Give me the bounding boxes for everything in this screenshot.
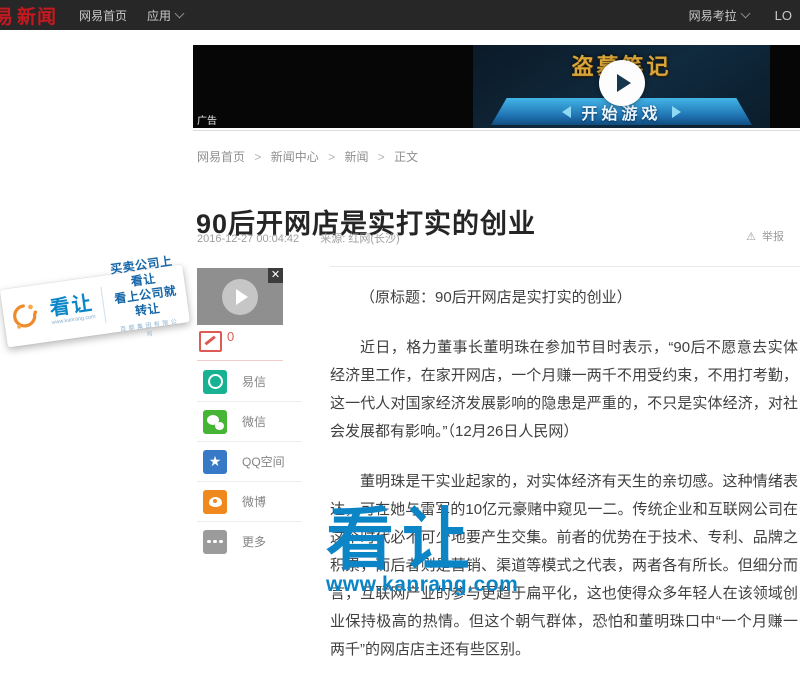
share-item-qzone[interactable]: QQ空间: [197, 441, 302, 481]
breadcrumb-separator: >: [378, 150, 385, 164]
yixin-icon: [203, 370, 227, 394]
play-icon: [236, 289, 248, 305]
kanrang-ad-sticker: 看让 www.kanrang.com 买卖公司上看让 看上公司就转让 百都集团有…: [0, 264, 190, 347]
share-item-yixin[interactable]: 易信: [197, 362, 302, 401]
breadcrumb-separator: >: [328, 150, 335, 164]
top-ad-banner[interactable]: 盗墓笔记 开始游戏 广告: [193, 45, 800, 128]
comment-button[interactable]: 0: [199, 331, 234, 352]
netease-logo-partial: 易: [0, 2, 13, 29]
video-close-button[interactable]: [268, 268, 283, 283]
nav-apps-menu[interactable]: 应用: [147, 7, 183, 24]
video-play-button[interactable]: [222, 279, 258, 315]
source-label: 来源:: [320, 233, 345, 245]
right-arrow-icon: [672, 106, 681, 118]
comment-count: 0: [227, 329, 234, 344]
nav-kaola-label: 网易考拉: [689, 7, 737, 24]
share-label: 更多: [242, 533, 266, 550]
breadcrumb-netease-home[interactable]: 网易首页: [197, 150, 245, 164]
comment-divider: [197, 360, 283, 361]
share-item-wechat[interactable]: 微信: [197, 401, 302, 441]
more-dots-icon: [203, 530, 227, 554]
article-meta: 2016-12-27 00:04:42 来源: 红网(长沙): [197, 230, 400, 246]
chevron-down-icon: [175, 9, 185, 19]
article-source[interactable]: 红网(长沙): [348, 233, 399, 245]
share-label: 微信: [242, 413, 266, 430]
play-icon: [617, 74, 631, 92]
breadcrumb: 网易首页 > 新闻中心 > 新闻 > 正文: [197, 148, 418, 165]
share-label: 易信: [242, 373, 266, 390]
header-divider: [330, 266, 800, 267]
chevron-down-icon: [740, 9, 750, 19]
breadcrumb-news-center[interactable]: 新闻中心: [271, 150, 319, 164]
ad-play-button[interactable]: [599, 60, 645, 106]
nav-kaola[interactable]: 网易考拉: [689, 7, 749, 24]
comment-pen-icon: [199, 331, 222, 352]
kanrang-swirl-logo: [8, 299, 42, 333]
share-label: 微博: [242, 493, 266, 510]
breadcrumb-news[interactable]: 新闻: [344, 150, 368, 164]
netease-news-logo[interactable]: 新闻: [17, 2, 57, 29]
share-item-more[interactable]: 更多: [197, 521, 302, 561]
article-paragraph: 董明珠是干实业起家的，对实体经济有天生的亲切感。这种情绪表达，可在她与雷军的10…: [330, 468, 798, 664]
article-datetime: 2016-12-27 00:04:42: [197, 233, 299, 245]
top-navigation-bar: 易 新闻 网易首页 应用 网易考拉 LO: [0, 0, 800, 30]
breadcrumb-separator: >: [254, 150, 261, 164]
share-panel: 易信 微信 QQ空间 微博 更多: [197, 362, 302, 561]
share-label: QQ空间: [242, 453, 285, 470]
report-label: 举报: [762, 231, 784, 243]
weibo-icon: [203, 490, 227, 514]
article-paragraph: 近日，格力董事长董明珠在参加节目时表示，“90后不愿意去实体经济里工作，在家开网…: [330, 334, 798, 446]
game-ad-video[interactable]: 盗墓笔记 开始游戏: [473, 45, 770, 128]
banner-divider: [193, 130, 800, 131]
nav-apps-label: 应用: [147, 7, 171, 24]
sticker-company-name: 百都集团有限公司: [118, 317, 182, 342]
report-button[interactable]: 举报: [746, 228, 784, 244]
video-player-thumbnail[interactable]: [197, 268, 283, 325]
wechat-icon: [203, 410, 227, 434]
nav-netease-home[interactable]: 网易首页: [79, 7, 127, 24]
share-item-weibo[interactable]: 微博: [197, 481, 302, 521]
ad-tag-label: 广告: [197, 112, 217, 127]
nav-netease-home-label: 网易首页: [79, 7, 127, 24]
qzone-star-icon: [203, 450, 227, 474]
article-paragraph: （原标题：90后开网店是实打实的创业）: [330, 284, 798, 312]
nav-clipped-item[interactable]: LO: [775, 8, 792, 23]
left-arrow-icon: [562, 106, 571, 118]
breadcrumb-current-article: 正文: [394, 150, 418, 164]
article-body: （原标题：90后开网店是实打实的创业） 近日，格力董事长董明珠在参加节目时表示，…: [330, 284, 798, 686]
